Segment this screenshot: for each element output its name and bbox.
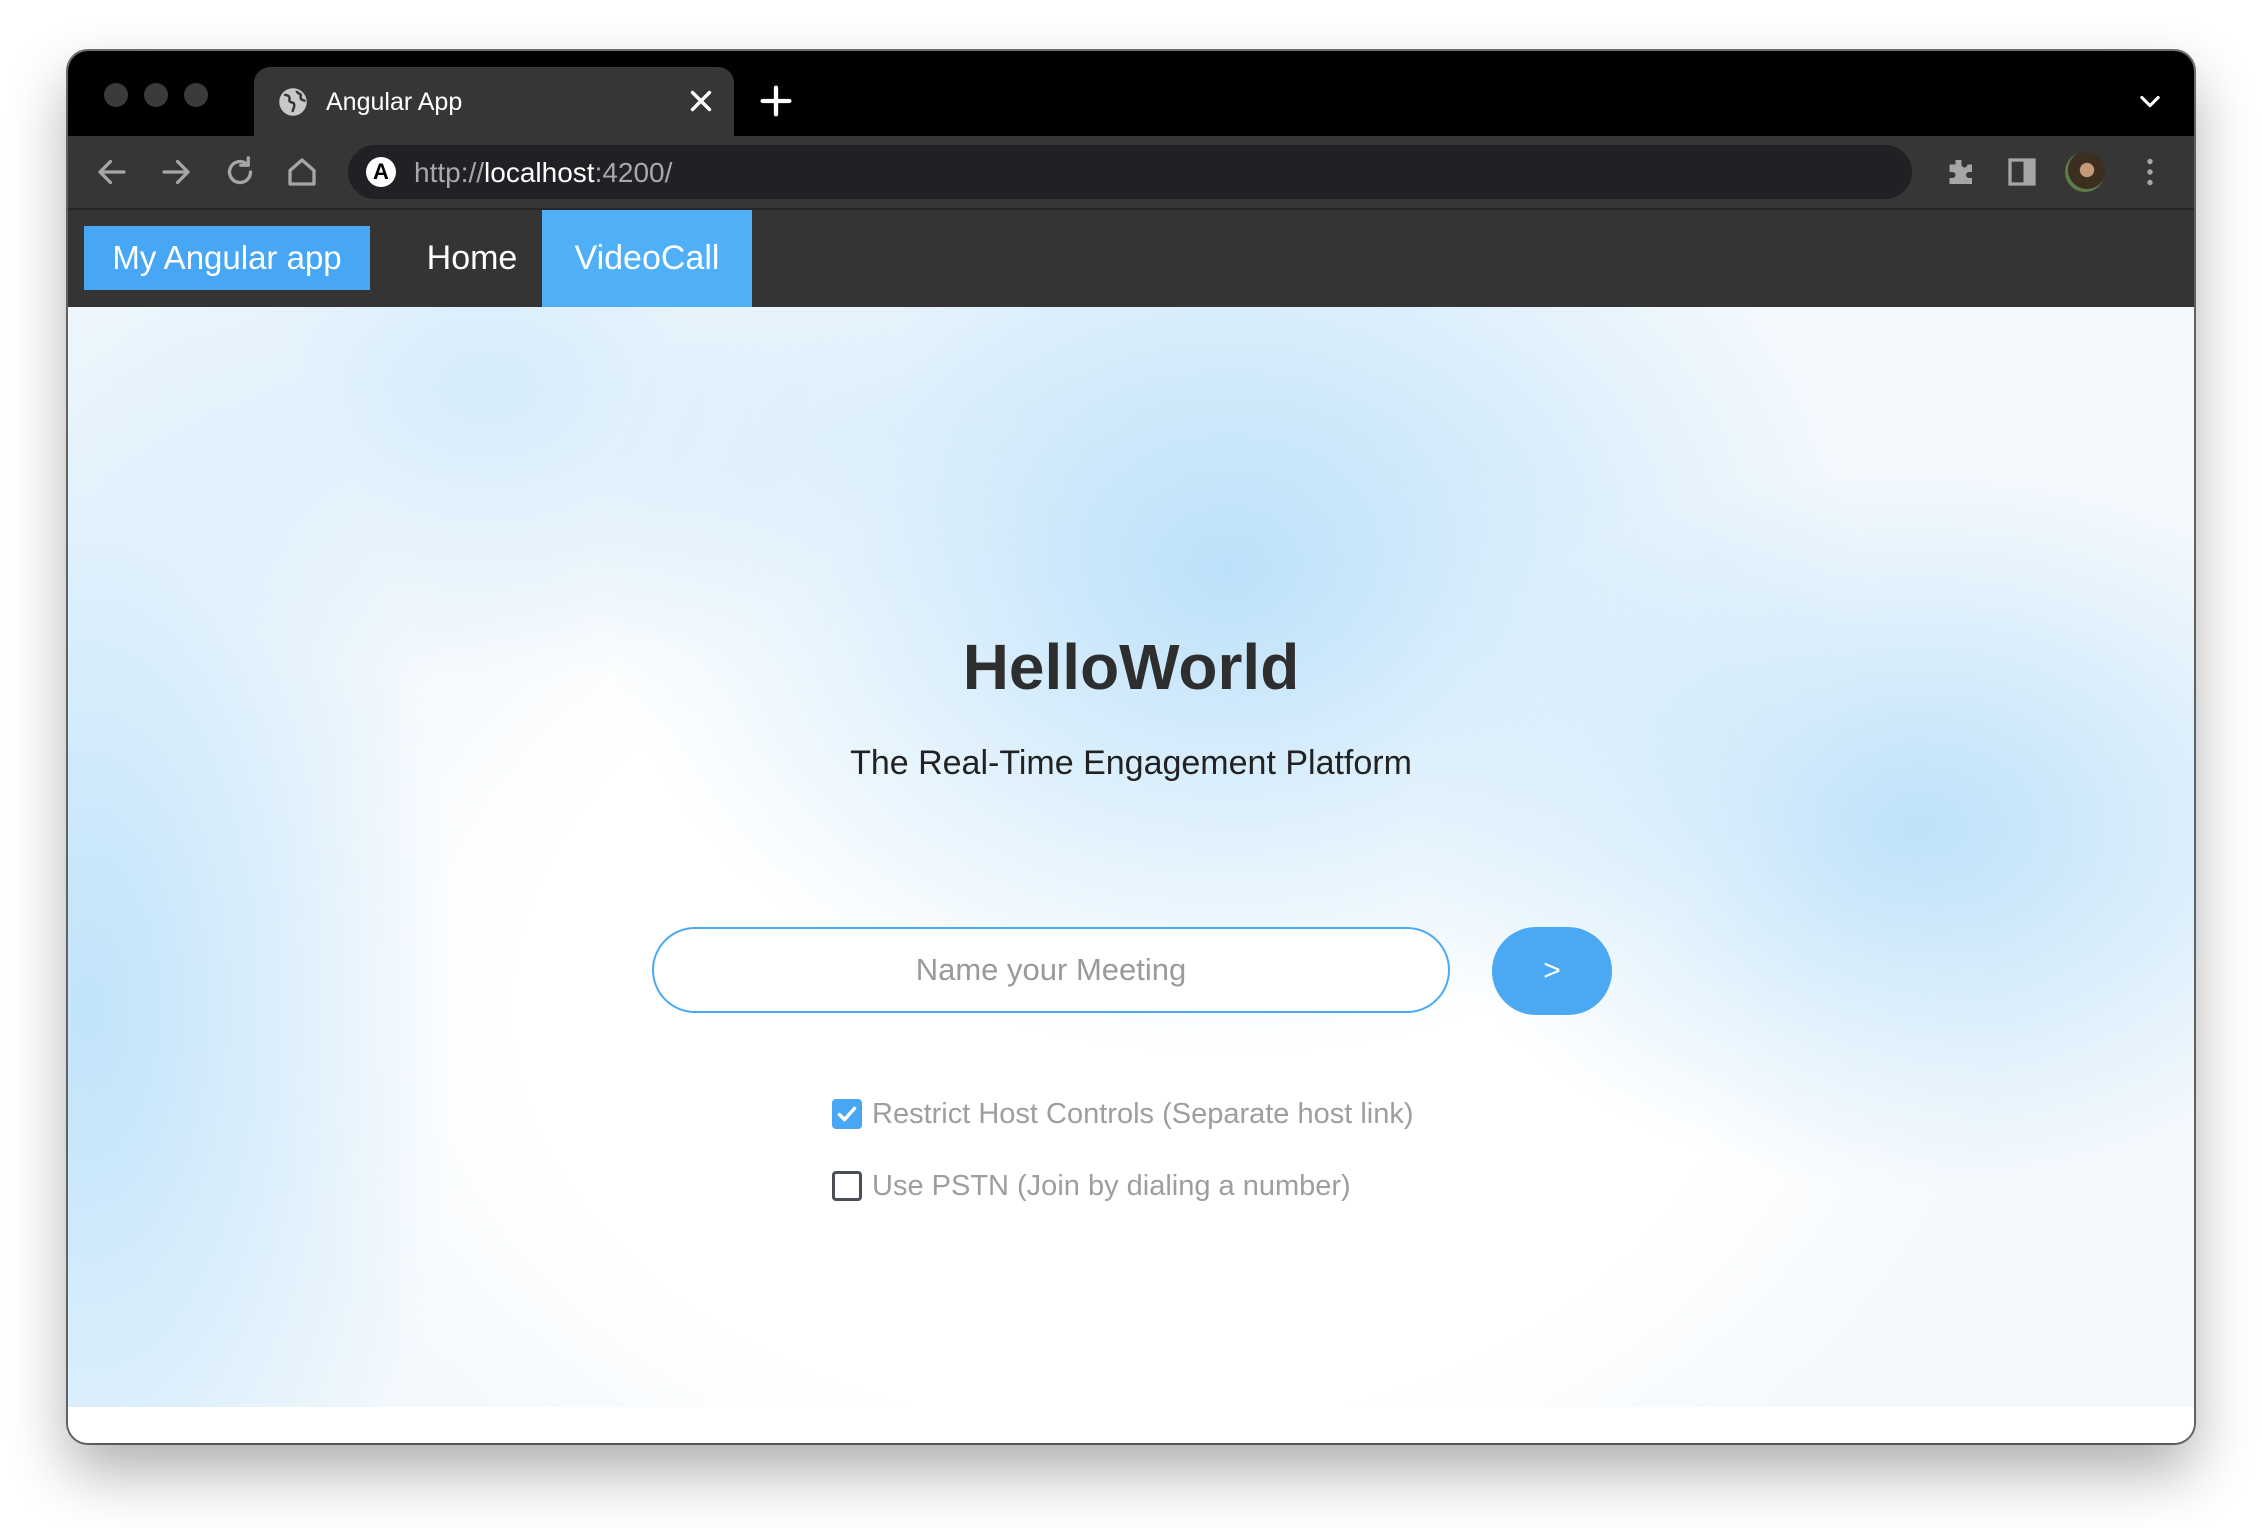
plus-icon[interactable] (756, 81, 796, 121)
tab-strip: Angular App (68, 51, 2194, 136)
tab-title: Angular App (326, 88, 463, 116)
restrict-host-checkbox[interactable] (832, 1099, 862, 1129)
url-text[interactable]: http://localhost:4200/ (414, 158, 672, 188)
desktop: Angular App A http://localhost:4200/ My … (0, 0, 2262, 1528)
browser-window: Angular App A http://localhost:4200/ My … (68, 51, 2194, 1443)
globe-icon (279, 88, 307, 116)
nav-videocall[interactable]: VideoCall (542, 210, 752, 307)
minimize-window-button[interactable] (144, 83, 168, 107)
arrow-right-icon[interactable] (158, 154, 194, 190)
close-window-button[interactable] (104, 83, 128, 107)
join-meeting-button[interactable]: > (1492, 927, 1612, 1015)
use-pstn-label: Use PSTN (Join by dialing a number) (872, 1170, 1351, 1202)
site-favicon: A (366, 157, 396, 187)
maximize-window-button[interactable] (184, 83, 208, 107)
checkmark-icon (837, 1106, 857, 1122)
home-icon[interactable] (284, 154, 320, 190)
address-bar[interactable]: A http://localhost:4200/ (348, 145, 1912, 199)
chevron-down-icon[interactable] (2136, 87, 2164, 115)
main-content: HelloWorld The Real-Time Engagement Plat… (68, 307, 2194, 1407)
page-title: HelloWorld (962, 631, 1300, 703)
side-panel-icon[interactable] (2004, 154, 2040, 190)
browser-tab[interactable]: Angular App (254, 67, 734, 136)
puzzle-icon[interactable] (1942, 154, 1978, 190)
brand-button[interactable]: My Angular app (84, 226, 370, 290)
option-use-pstn[interactable]: Use PSTN (Join by dialing a number) (832, 1169, 1392, 1203)
app-navbar: My Angular app Home VideoCall (68, 210, 2194, 307)
profile-avatar[interactable] (2065, 152, 2105, 192)
arrow-left-icon[interactable] (94, 154, 130, 190)
browser-toolbar: A http://localhost:4200/ (68, 136, 2194, 210)
meeting-name-input[interactable] (652, 927, 1450, 1013)
page-subtitle: The Real-Time Engagement Platform (850, 744, 1412, 782)
option-restrict-host[interactable]: Restrict Host Controls (Separate host li… (832, 1097, 1472, 1131)
page-footer-strip (68, 1407, 2194, 1443)
nav-home[interactable]: Home (402, 210, 542, 307)
restrict-host-label: Restrict Host Controls (Separate host li… (872, 1098, 1414, 1130)
reload-icon[interactable] (222, 154, 258, 190)
close-icon[interactable] (684, 84, 718, 118)
use-pstn-checkbox[interactable] (832, 1171, 862, 1201)
kebab-menu-icon[interactable] (2132, 154, 2168, 190)
